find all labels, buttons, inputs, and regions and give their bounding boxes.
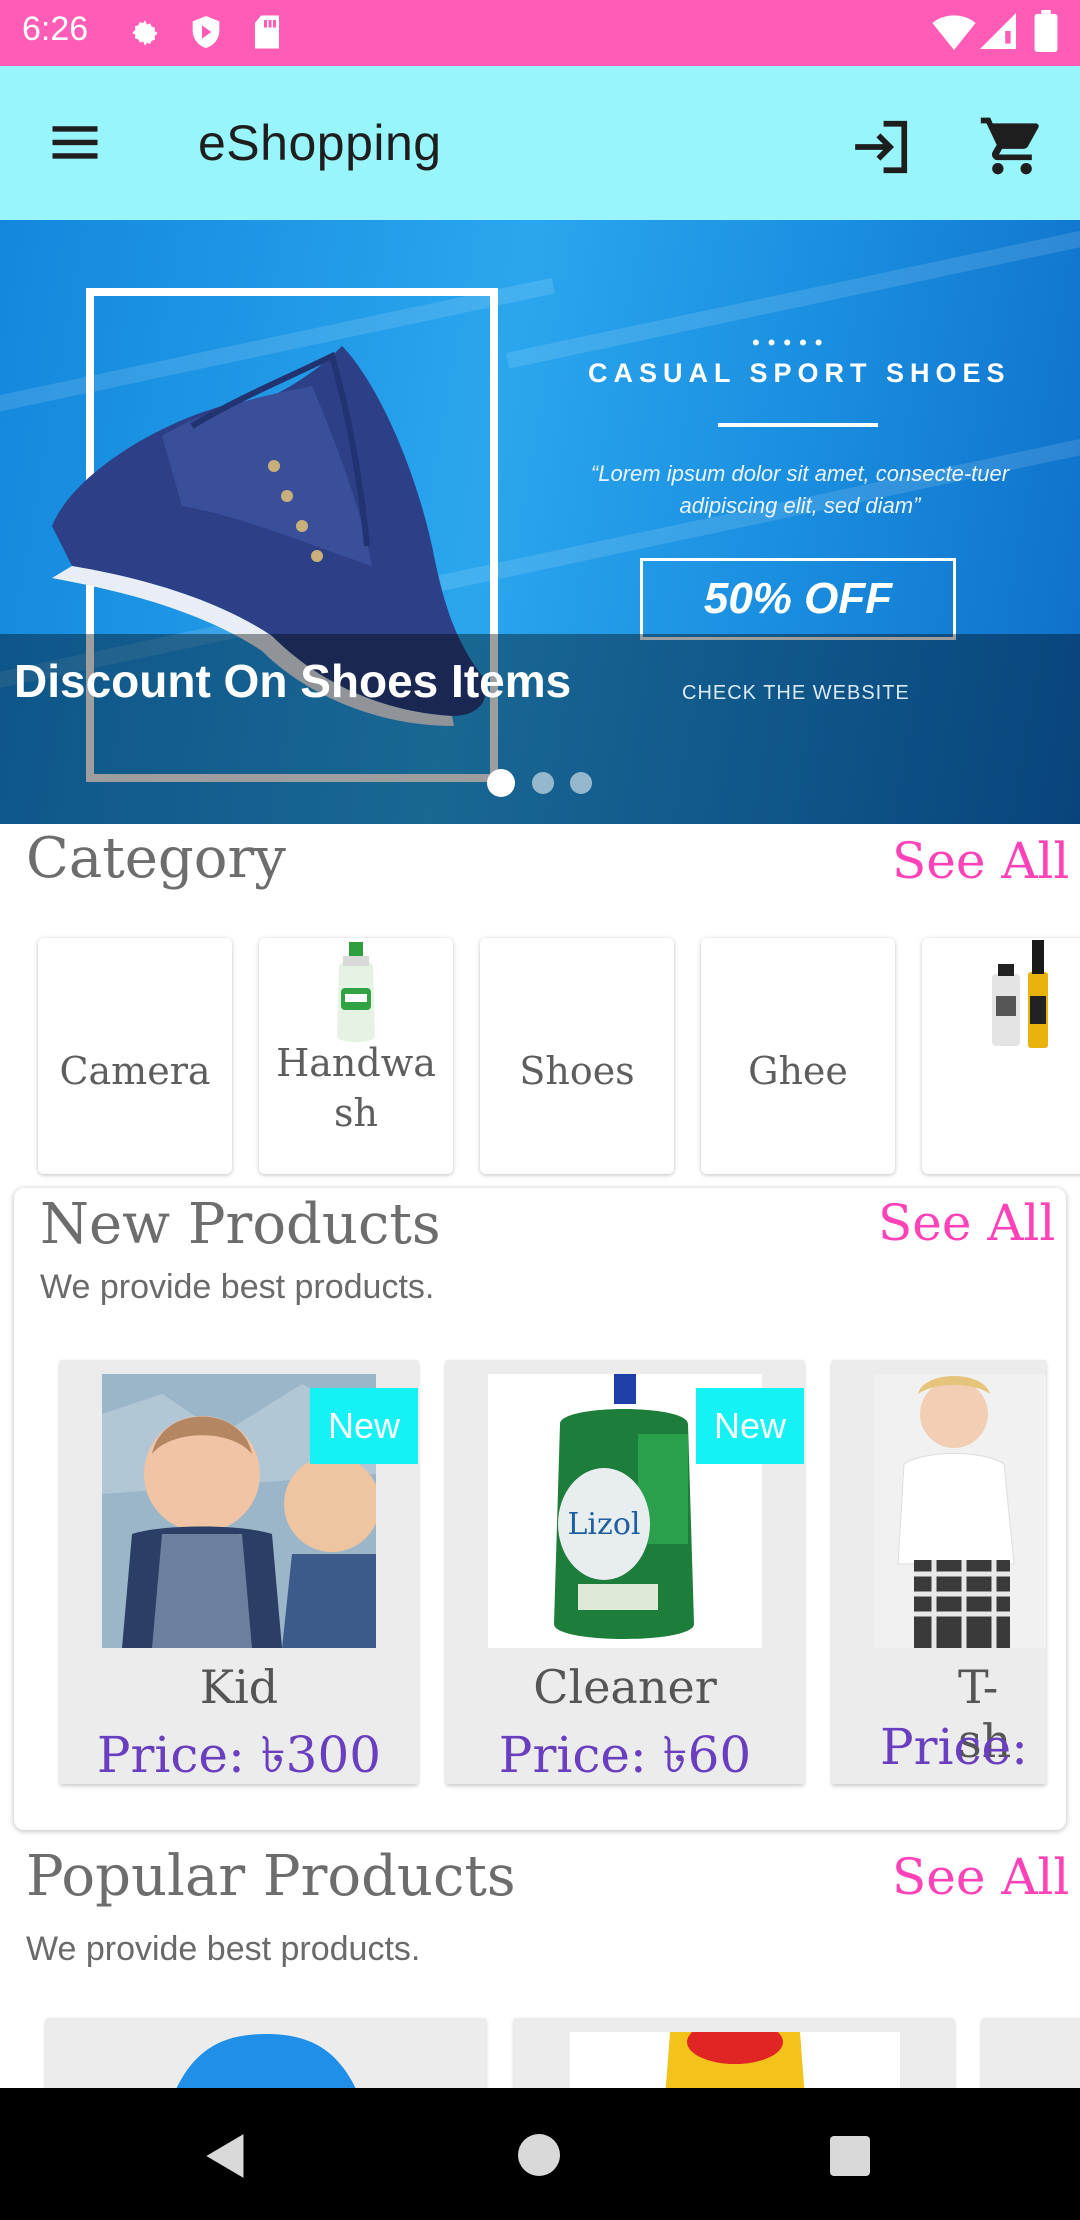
recents-icon[interactable] [830, 2136, 870, 2176]
product-name: Cleaner [533, 1660, 717, 1714]
back-icon[interactable] [204, 2132, 248, 2180]
new-badge: New [310, 1388, 418, 1464]
promo-heading: CASUAL SPORT SHOES [588, 358, 1011, 388]
category-see-all-link[interactable]: See All [892, 832, 1069, 890]
tshirt-image [874, 1374, 1046, 1648]
status-bar: 6:26 [0, 0, 1080, 66]
cart-icon[interactable] [978, 112, 1046, 180]
promo-banner-carousel[interactable]: ••••• CASUAL SPORT SHOES “Lorem ipsum do… [0, 220, 1080, 824]
new-products-section: New Products See All We provide best pro… [14, 1188, 1066, 1830]
category-label: Handwash [276, 1041, 436, 1135]
app-title: eShopping [198, 115, 442, 171]
handwash-image [337, 942, 375, 1042]
category-card-cosmetics[interactable] [922, 938, 1080, 1174]
category-label: Shoes [519, 1049, 635, 1093]
app-bar: eShopping [0, 66, 1080, 220]
category-label: Camera [59, 1049, 211, 1093]
new-products-subtitle: We provide best products. [40, 1268, 435, 1306]
promo-dots: ••••• [752, 330, 831, 355]
home-icon[interactable] [518, 2134, 560, 2176]
new-badge: New [696, 1388, 804, 1464]
popular-products-title: Popular Products [26, 1844, 516, 1909]
new-products-see-all-link[interactable]: See All [878, 1194, 1055, 1252]
promo-link: CHECK THE WEBSITE [682, 682, 910, 704]
promo-discount: 50% OFF [640, 558, 956, 640]
carousel-dot[interactable] [532, 772, 554, 794]
settings-icon [132, 20, 158, 46]
sd-card-icon [255, 15, 279, 49]
product-price: Price: [880, 1718, 1028, 1776]
product-name: Kid [199, 1660, 279, 1714]
product-card-tshirt[interactable]: T-sh Price: [832, 1360, 1046, 1784]
category-label: Ghee [748, 1049, 848, 1093]
signal-icon [980, 13, 1016, 49]
banner-caption: Discount On Shoes Items [14, 655, 572, 707]
battery-icon [1034, 10, 1058, 52]
product-card-cleaner[interactable]: Lizol New Cleaner Price: ৳60 [446, 1360, 804, 1784]
promo-divider [718, 423, 878, 427]
promo-quote: “Lorem ipsum dolor sit amet, consecte-tu… [590, 461, 1010, 518]
system-nav-bar [0, 2088, 1080, 2220]
shield-icon [192, 16, 220, 48]
status-time: 6:26 [22, 10, 89, 48]
new-products-title: New Products [40, 1192, 441, 1257]
category-card-ghee[interactable]: Ghee [701, 938, 895, 1174]
popular-products-see-all-link[interactable]: See All [892, 1848, 1069, 1906]
category-card-shoes[interactable]: Shoes [480, 938, 674, 1174]
popular-products-subtitle: We provide best products. [26, 1930, 421, 1968]
carousel-dot[interactable] [570, 772, 592, 794]
product-price: Price: ৳60 [498, 1726, 752, 1784]
category-card-camera[interactable]: Camera [38, 938, 232, 1174]
login-icon[interactable] [850, 116, 912, 178]
product-card-kid[interactable]: New Kid Price: ৳300 [60, 1360, 418, 1784]
cosmetics-image [992, 940, 1048, 1048]
svg-text:Lizol: Lizol [568, 1507, 641, 1542]
category-title: Category [26, 826, 286, 891]
menu-icon[interactable] [48, 118, 102, 166]
category-card-handwash[interactable]: Handwash [259, 938, 453, 1174]
product-price: Price: ৳300 [96, 1726, 382, 1784]
wifi-icon [932, 15, 976, 50]
carousel-dot-active[interactable] [487, 769, 515, 797]
